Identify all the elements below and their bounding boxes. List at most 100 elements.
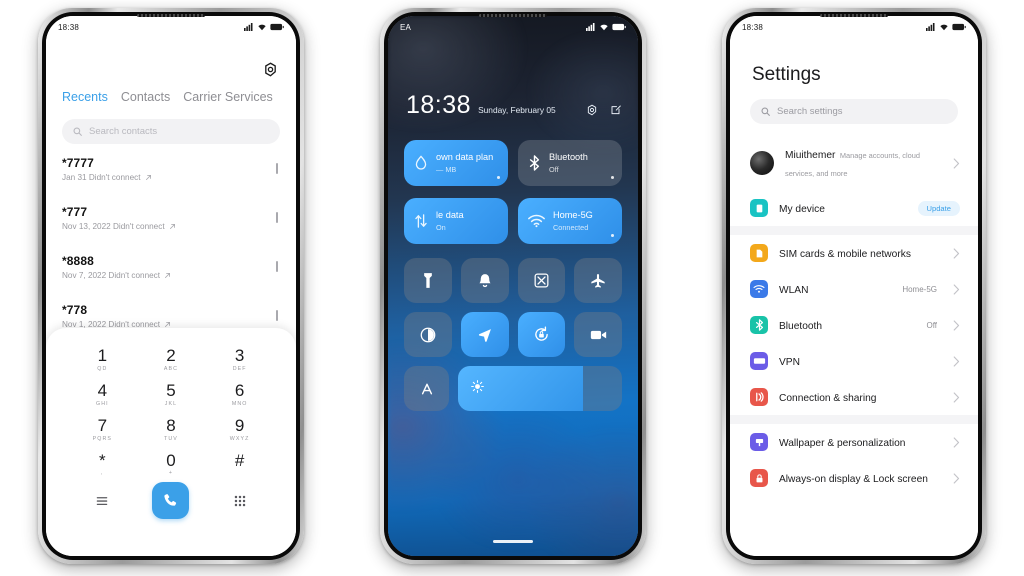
tile-flashlight[interactable] <box>404 258 452 303</box>
dialpad-call-button[interactable] <box>137 482 206 520</box>
menu-lines-icon <box>97 496 108 505</box>
settings-row-my-device[interactable]: My device Update <box>730 190 978 226</box>
key-7[interactable]: 7 PQRS <box>68 412 137 445</box>
call-overflow-icon[interactable] <box>276 310 278 321</box>
tile-auto-brightness[interactable] <box>404 366 449 411</box>
earpiece-speaker <box>820 14 888 17</box>
tile-sound[interactable] <box>460 258 509 303</box>
call-overflow-icon[interactable] <box>276 212 278 223</box>
tile-subtitle: — MB <box>436 164 457 174</box>
key-9[interactable]: 9 WXYZ <box>205 412 274 445</box>
brightness-slider[interactable] <box>458 366 622 411</box>
key-letters: TUV <box>164 435 178 442</box>
key-hash[interactable]: # <box>205 447 274 480</box>
row-label: Bluetooth <box>779 321 823 332</box>
tile-text: le data On <box>436 210 464 232</box>
update-badge[interactable]: Update <box>917 200 960 216</box>
settings-group-connectivity: SIM cards & mobile networks WLAN Home-5G… <box>730 235 978 415</box>
tile-bluetooth[interactable]: Bluetooth Off <box>518 140 622 186</box>
settings-row-bluetooth[interactable]: Bluetooth Off <box>730 307 978 343</box>
status-icons <box>926 23 966 31</box>
call-log-row[interactable]: *777 Nov 13, 2022 Didn't connect <box>46 205 296 254</box>
tile-wifi[interactable]: Home-5G Connected <box>518 198 622 244</box>
tile-data-plan[interactable]: own data plan — MB <box>404 140 508 186</box>
search-icon <box>73 127 82 136</box>
wifi-icon <box>940 24 948 31</box>
dialpad-keys: 1 QD 2 ABC 3 DEF 4 GHI 5 JKL 6 MNO 7 PQR… <box>46 336 296 479</box>
call-detail-text: Nov 13, 2022 Didn't connect <box>62 222 165 231</box>
screenshot-stage: 18:38 Recents Contacts Carrier Services … <box>0 0 1024 576</box>
key-0[interactable]: 0 + <box>137 447 206 480</box>
auto-brightness-a-icon <box>421 383 432 394</box>
settings-list[interactable]: Miuithemer Manage accounts, cloud servic… <box>730 136 978 556</box>
key-digit: 8 <box>166 415 176 435</box>
settings-row-connection-sharing[interactable]: Connection & sharing <box>730 379 978 415</box>
key-4[interactable]: 4 GHI <box>68 377 137 410</box>
key-star[interactable]: * , <box>68 447 137 480</box>
quick-tiles-row-4 <box>404 312 622 357</box>
settings-row-wallpaper[interactable]: Wallpaper & personalization <box>730 424 978 460</box>
settings-row-always-on-display[interactable]: Always-on display & Lock screen <box>730 460 978 496</box>
dialer-settings-button[interactable] <box>263 62 278 82</box>
tile-rotation-lock[interactable] <box>517 312 566 357</box>
phone-handset-icon <box>164 494 177 507</box>
call-detail-text: Jan 31 Didn't connect <box>62 173 141 182</box>
row-label: Connection & sharing <box>779 393 877 404</box>
bluetooth-icon <box>750 316 768 334</box>
tile-screenshot[interactable] <box>517 258 566 303</box>
phone1-bezel: 18:38 Recents Contacts Carrier Services … <box>42 12 300 560</box>
key-digit: # <box>234 450 245 470</box>
tab-carrier-services[interactable]: Carrier Services <box>183 90 273 104</box>
bell-icon <box>479 273 491 287</box>
tile-location[interactable] <box>460 312 509 357</box>
key-letters: PQRS <box>92 435 113 442</box>
key-digit: 2 <box>166 346 176 365</box>
key-letters: , <box>101 470 104 477</box>
contacts-search-bar[interactable]: Search contacts <box>62 119 280 144</box>
settings-row-wlan[interactable]: WLAN Home-5G <box>730 271 978 307</box>
battery-icon <box>952 23 966 31</box>
settings-row-sim-cards[interactable]: SIM cards & mobile networks <box>730 235 978 271</box>
key-5[interactable]: 5 JKL <box>137 377 206 410</box>
tile-mobile-data[interactable]: le data On <box>404 198 508 244</box>
phone2-bezel: EA 18:38 Sunday, February 05 own data pl… <box>384 12 642 560</box>
call-overflow-icon[interactable] <box>276 163 278 174</box>
key-6[interactable]: 6 MNO <box>205 377 274 410</box>
key-8[interactable]: 8 TUV <box>137 412 206 445</box>
key-3[interactable]: 3 DEF <box>205 342 274 375</box>
dialpad-menu-button[interactable] <box>68 495 137 507</box>
tile-airplane-mode[interactable] <box>574 258 622 303</box>
screen-recorder-camera-icon <box>590 330 606 339</box>
tab-recents[interactable]: Recents <box>62 90 108 104</box>
call-overflow-icon[interactable] <box>276 261 278 272</box>
battery-icon <box>612 23 626 31</box>
settings-row-vpn[interactable]: VPN <box>730 343 978 379</box>
dialer-app: 18:38 Recents Contacts Carrier Services … <box>46 16 296 556</box>
dialpad-keypad-toggle[interactable] <box>205 495 274 507</box>
call-log-row[interactable]: *8888 Nov 7, 2022 Didn't connect <box>46 254 296 303</box>
home-indicator[interactable] <box>493 540 533 543</box>
settings-account-row[interactable]: Miuithemer Manage accounts, cloud servic… <box>730 136 978 190</box>
tile-screen-recorder[interactable] <box>574 312 622 357</box>
brightness-sun-wrap <box>471 379 484 398</box>
wifi-icon <box>600 24 608 31</box>
search-icon <box>761 107 770 116</box>
tab-contacts[interactable]: Contacts <box>121 90 170 104</box>
settings-gear-icon[interactable] <box>586 104 598 116</box>
key-digit: 0 <box>166 450 176 470</box>
key-letters: + <box>168 470 174 477</box>
account-name: Miuithemer <box>785 150 836 161</box>
call-log-row[interactable]: *7777 Jan 31 Didn't connect <box>46 156 296 205</box>
tile-dark-mode[interactable] <box>404 312 452 357</box>
key-2[interactable]: 2 ABC <box>137 342 206 375</box>
quick-tiles-row-1: own data plan — MB Bluetooth Off <box>404 140 622 186</box>
key-1[interactable]: 1 QD <box>68 342 137 375</box>
status-time: 18:38 <box>742 22 764 32</box>
call-detail: Nov 7, 2022 Didn't connect <box>62 271 280 280</box>
lock-screen-icon <box>750 469 768 487</box>
settings-search-bar[interactable]: Search settings <box>750 99 958 124</box>
edit-pencil-icon[interactable] <box>610 104 622 116</box>
call-number: *8888 <box>62 254 94 268</box>
clock-row: 18:38 Sunday, February 05 <box>406 93 622 118</box>
dialpad: 1 QD 2 ABC 3 DEF 4 GHI 5 JKL 6 MNO 7 PQR… <box>46 328 296 556</box>
